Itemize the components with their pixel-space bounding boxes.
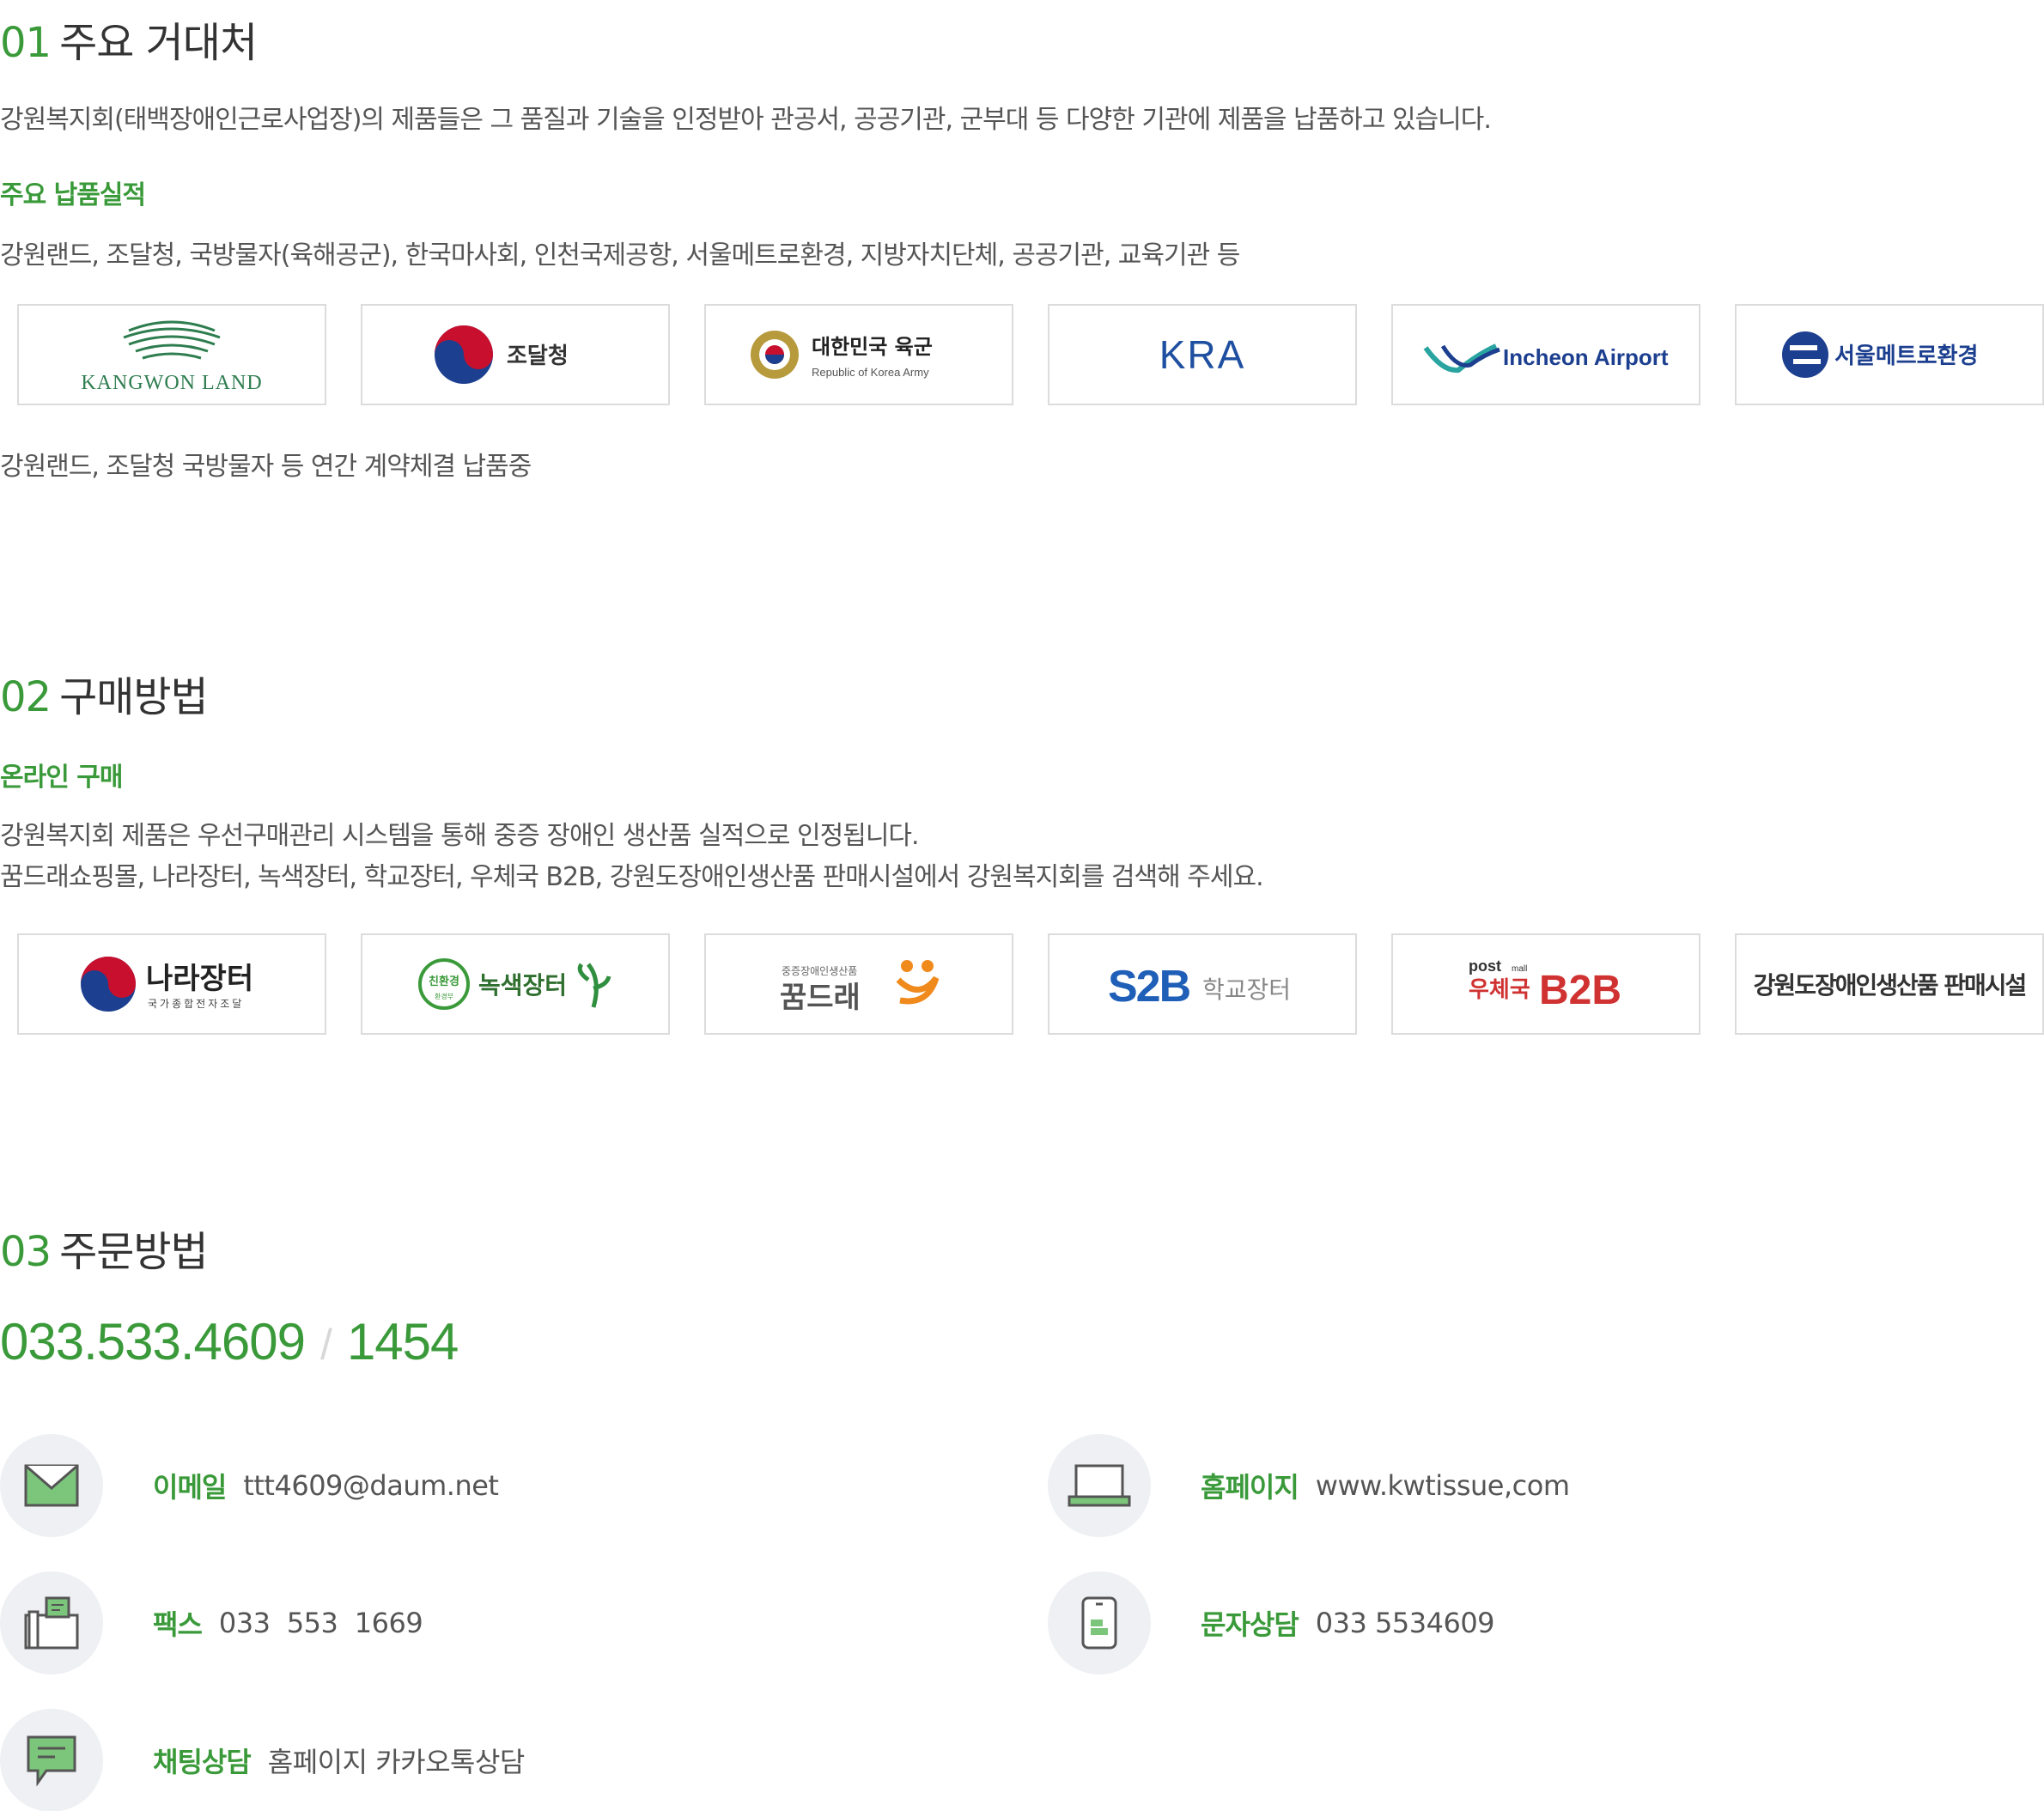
logo-s2b-text: S2B [1108, 962, 1190, 1012]
sms-label: 문자상담 [1201, 1608, 1299, 1641]
email-value[interactable]: ttt4609@daum.net [243, 1469, 499, 1502]
contact-fax: 팩스 033 553 1669 [0, 1571, 423, 1674]
logo-army: 대한민국 육군 Republic of Korea Army [704, 304, 1013, 405]
logo-army-ko: 대한민국 육군 [812, 335, 933, 359]
logo-kangwon-text: KANGWON LAND [81, 372, 262, 394]
fax-value: 033 553 1669 [218, 1607, 423, 1639]
annual-contract-note: 강원랜드, 조달청 국방물자 등 연간 계약체결 납품중 [0, 452, 532, 482]
logo-metro-text: 서울메트로환경 [1834, 343, 1978, 369]
logo-green-market[interactable]: 친환경 환경부 녹색장터 [361, 933, 670, 1035]
order-phone: 033.533.4609 / 1454 [0, 1312, 459, 1371]
contact-homepage: 홈페이지 www.kwtissue,com [1048, 1434, 1570, 1537]
section-title-partners: 01 주요 거대처 [0, 19, 258, 67]
contact-sms: 문자상담 033 5534609 [1048, 1571, 1495, 1674]
partners-intro: 강원복지회(태백장애인근로사업장)의 제품들은 그 품질과 기술을 인정받아 관… [0, 105, 1492, 135]
purchase-line-2: 꿈드래쇼핑몰, 나라장터, 녹색장터, 학교장터, 우체국 B2B, 강원도장애… [0, 862, 1264, 892]
section-title-purchase: 02 구매방법 [0, 673, 209, 721]
section-title-order: 03 주문방법 [0, 1228, 209, 1276]
shop-logos: 나라장터 국가종합전자조달 친환경 환경부 녹색장터 중증장애인생산품 꿈드래 … [17, 933, 2044, 1035]
phone-number-2: 1454 [346, 1313, 459, 1370]
delivery-record-list: 강원랜드, 조달청, 국방물자(육해공군), 한국마사회, 인천국제공항, 서울… [0, 240, 1240, 270]
logo-kkumdrae[interactable]: 중증장애인생산품 꿈드래 [704, 933, 1013, 1035]
logo-post-ko: 우체국 [1469, 977, 1530, 1003]
logo-green-text: 녹색장터 [478, 971, 567, 1000]
logo-kkum-text: 꿈드래 [780, 981, 861, 1015]
contact-email: 이메일 ttt4609@daum.net [0, 1434, 499, 1537]
logo-pps: 조달청 [361, 304, 670, 405]
homepage-label: 홈페이지 [1201, 1471, 1299, 1504]
laptop-icon [1048, 1434, 1151, 1537]
fax-icon [0, 1571, 103, 1674]
logo-pps-text: 조달청 [507, 343, 569, 369]
logo-gangwon-facility[interactable]: 강원도장애인생산품 판매시설 [1735, 933, 2044, 1035]
logo-post-b2b[interactable]: post mall 우체국 B2B [1391, 933, 1700, 1035]
logo-nara-text: 나라장터 [146, 962, 253, 996]
logo-gangwon-text: 강원도장애인생산품 판매시설 [1753, 971, 2028, 1000]
logo-seoul-metro: 서울메트로환경 [1735, 304, 2044, 405]
logo-post-mall: mall [1512, 964, 1527, 974]
logo-b2b-text: B2B [1539, 968, 1621, 1013]
delivery-record-heading: 주요 납품실적 [0, 180, 146, 210]
phone-separator: / [320, 1321, 332, 1369]
mail-icon [0, 1434, 103, 1537]
fax-label: 팩스 [153, 1608, 203, 1641]
mobile-phone-icon [1048, 1571, 1151, 1674]
email-label: 이메일 [153, 1471, 227, 1504]
logo-kra-text: KRA [1159, 332, 1246, 377]
purchase-line-1: 강원복지회 제품은 우선구매관리 시스템을 통해 중증 장애인 생산품 실적으로… [0, 821, 920, 851]
logo-incheon-airport: Incheon Airport [1391, 304, 1700, 405]
chat-bubble-icon [0, 1709, 103, 1811]
logo-nara-sub: 국가종합전자조달 [148, 998, 244, 1010]
chat-value[interactable]: 홈페이지 카카오톡상담 [268, 1741, 526, 1780]
sms-value: 033 5534609 [1315, 1607, 1495, 1639]
contact-chat: 채팅상담 홈페이지 카카오톡상담 [0, 1709, 525, 1811]
phone-number-1: 033.533.4609 [0, 1313, 306, 1370]
logo-army-en: Republic of Korea Army [812, 366, 929, 379]
logo-kangwon-land: KANGWON LAND [17, 304, 326, 405]
partner-logos: KANGWON LAND 조달청 대한민국 육군 Republic of Kor… [17, 304, 2044, 405]
chat-label: 채팅상담 [153, 1746, 252, 1778]
logo-kkum-sub: 중증장애인생산품 [782, 965, 857, 977]
logo-kra: KRA [1048, 304, 1357, 405]
logo-incheon-text: Incheon Airport [1503, 344, 1669, 370]
logo-post-text: post [1469, 957, 1501, 975]
logo-green-badge-sub: 환경부 [435, 992, 453, 1000]
homepage-value[interactable]: www.kwtissue,com [1316, 1469, 1570, 1502]
logo-green-badge: 친환경 [429, 975, 459, 988]
logo-s2b-sub: 학교장터 [1202, 975, 1291, 1004]
logo-nara-market[interactable]: 나라장터 국가종합전자조달 [17, 933, 326, 1035]
online-purchase-heading: 온라인 구매 [0, 763, 123, 793]
logo-s2b[interactable]: S2B 학교장터 [1048, 933, 1357, 1035]
